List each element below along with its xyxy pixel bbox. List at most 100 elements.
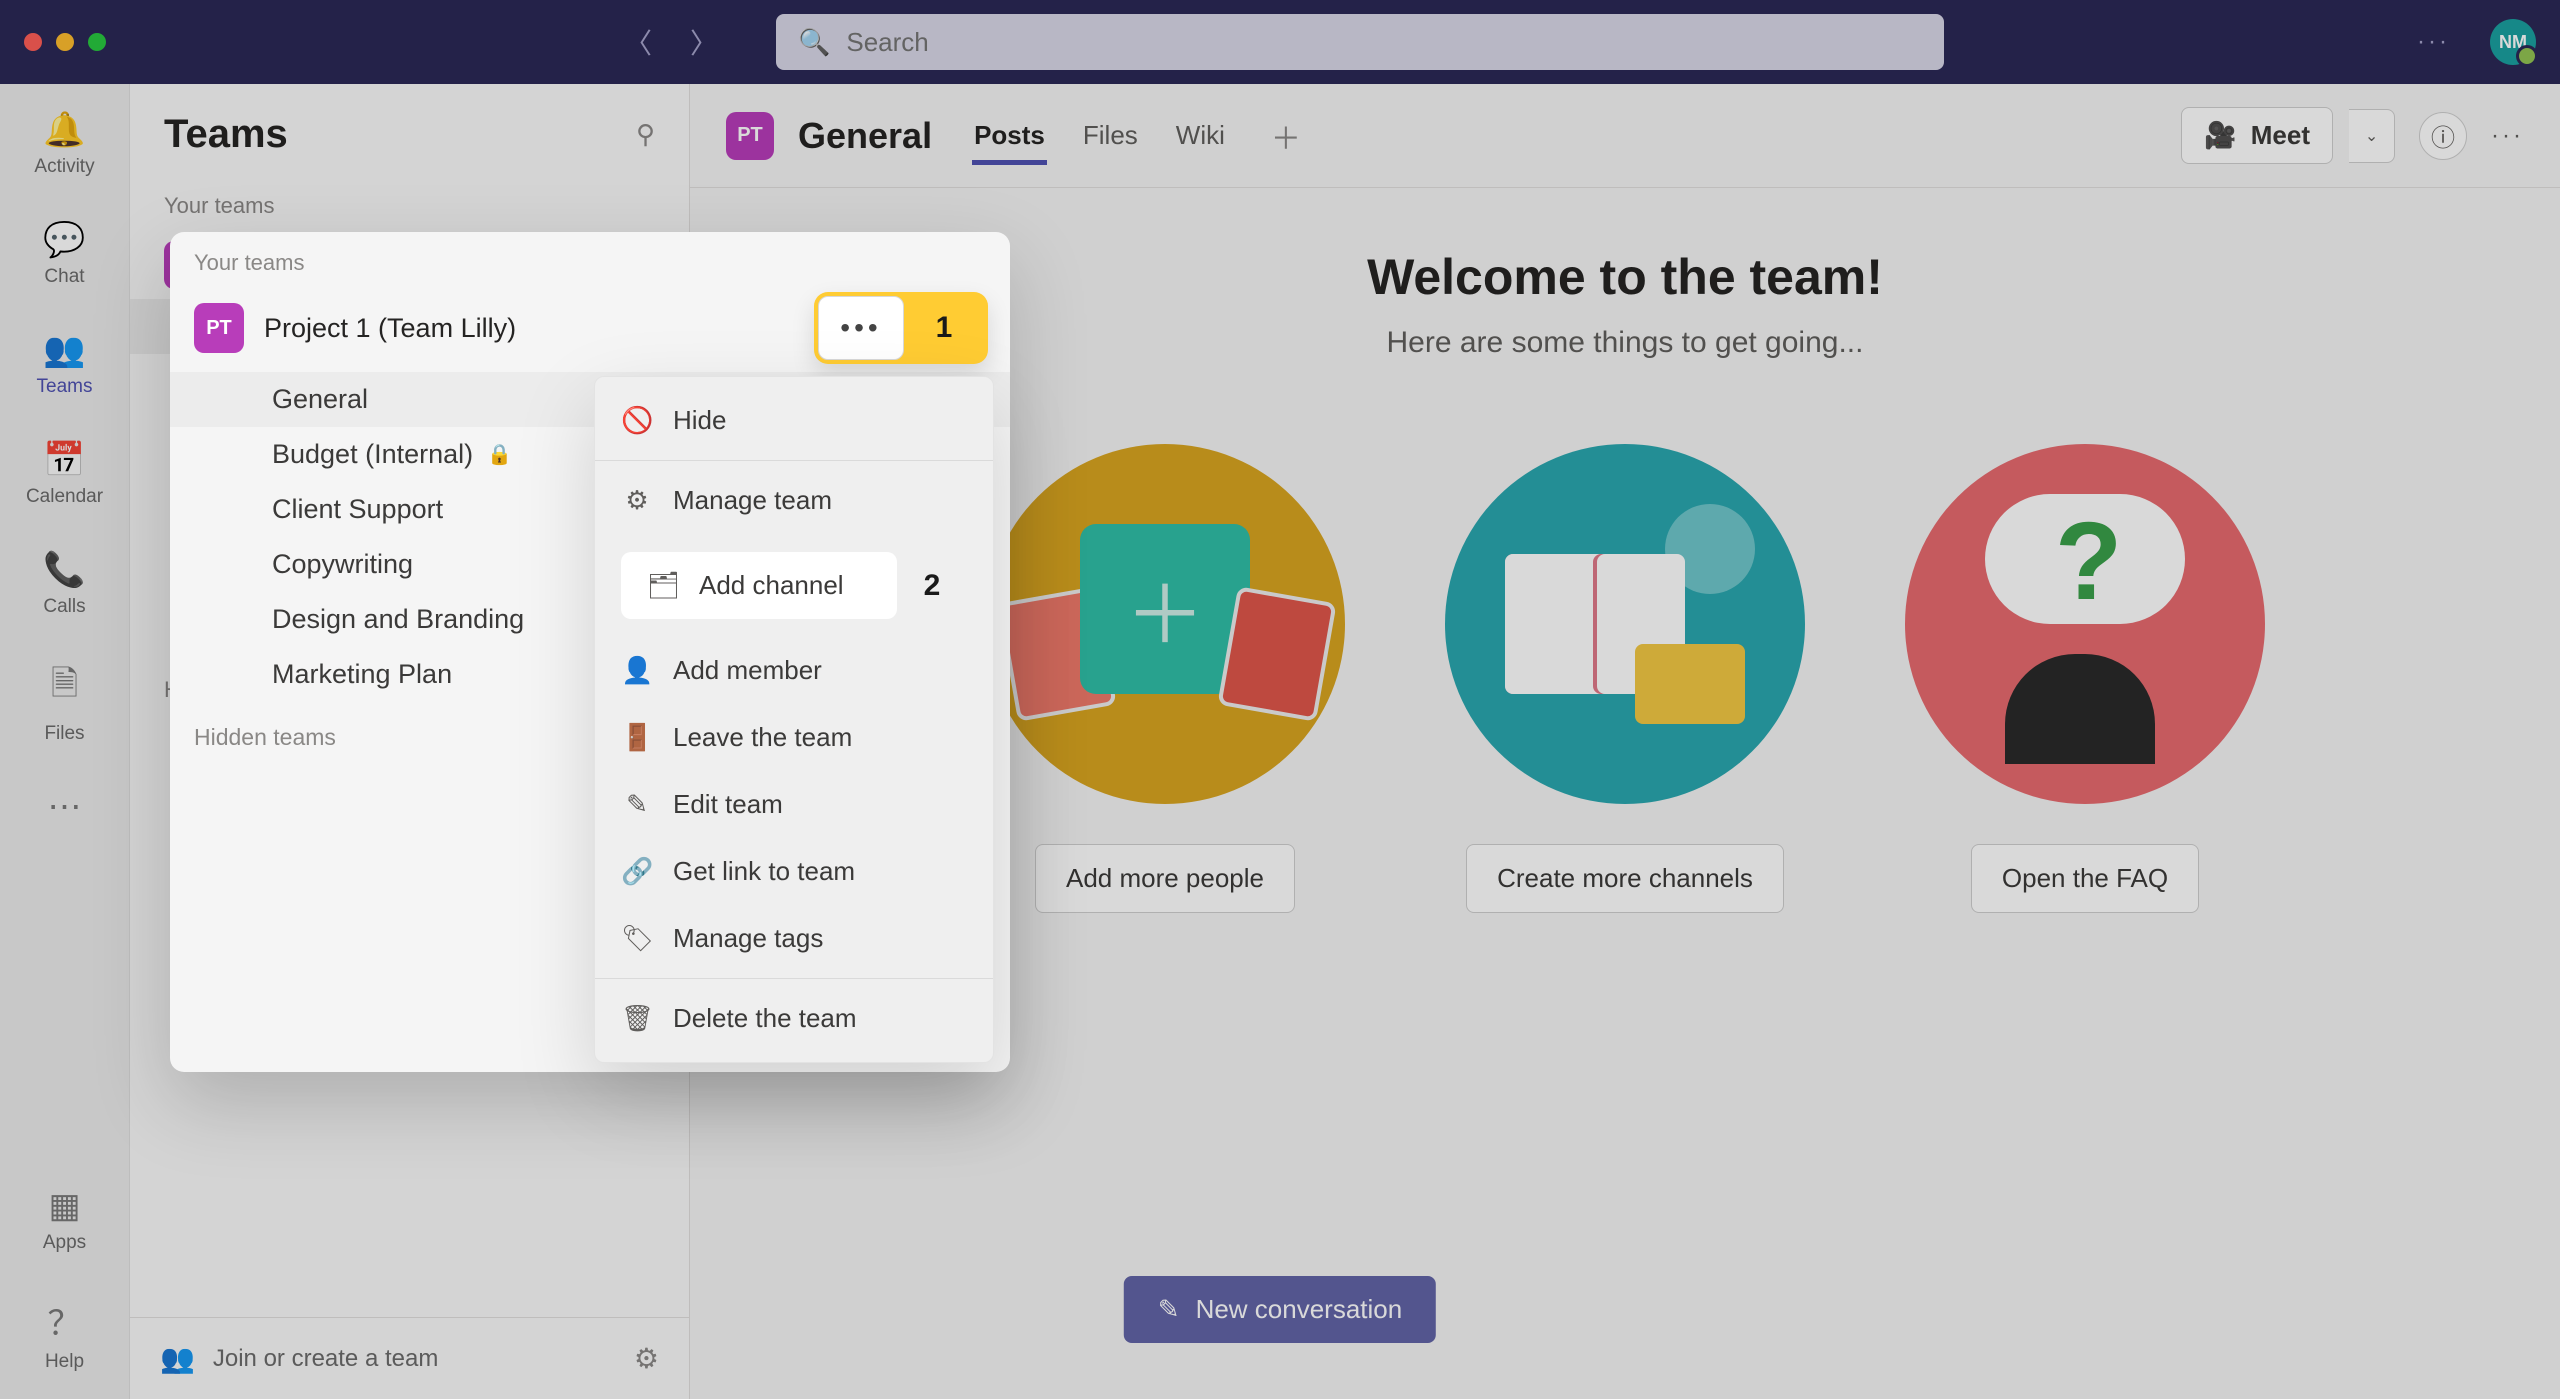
pencil-icon: ✎: [621, 789, 653, 820]
info-button[interactable]: ⓘ: [2419, 112, 2467, 160]
gear-icon[interactable]: ⚙: [634, 1342, 659, 1375]
section-your-teams: Your teams: [130, 181, 689, 231]
rail-activity-label: Activity: [34, 156, 94, 178]
team-plus-icon: 👥: [160, 1342, 195, 1375]
phone-icon: 📞: [43, 550, 85, 590]
hl-team-badge: PT: [194, 303, 244, 353]
channel-label: General: [272, 384, 368, 415]
welcome-title: Welcome to the team!: [1367, 248, 1883, 306]
hl-team-more-button[interactable]: •••: [818, 296, 904, 360]
menu-edit-team[interactable]: ✎Edit team: [595, 771, 993, 838]
search-input[interactable]: [846, 27, 1922, 58]
nav-forward-icon[interactable]: 〉: [686, 22, 722, 62]
illustration-people: ＋: [985, 444, 1345, 804]
callout-number-2: 2: [897, 569, 967, 603]
card-open-faq: ? Open the FAQ: [1905, 444, 2265, 913]
nav-back-icon[interactable]: 〈: [620, 22, 656, 62]
rail-chat-label: Chat: [44, 266, 84, 288]
menu-add-member[interactable]: 👤Add member: [595, 637, 993, 704]
rail-apps-label: Apps: [43, 1232, 86, 1254]
titlebar-more-icon[interactable]: ···: [2417, 28, 2450, 56]
rail-more[interactable]: ⋯: [15, 779, 115, 835]
add-more-people-button[interactable]: Add more people: [1035, 844, 1295, 913]
meet-label: Meet: [2251, 120, 2310, 151]
menu-divider: [595, 460, 993, 461]
rail-chat[interactable]: 💬 Chat: [15, 212, 115, 296]
open-faq-button[interactable]: Open the FAQ: [1971, 844, 2199, 913]
menu-get-link[interactable]: 🔗Get link to team: [595, 838, 993, 905]
rail-calendar-label: Calendar: [26, 486, 103, 508]
eye-off-icon: 🚫: [621, 405, 653, 436]
card-create-channels: Create more channels: [1445, 444, 1805, 913]
meet-button[interactable]: 🎥 Meet: [2181, 107, 2333, 164]
chat-icon: 💬: [43, 220, 85, 260]
menu-label: Manage team: [673, 485, 832, 516]
callout-step-1: ••• 1: [814, 292, 988, 364]
new-conversation-button[interactable]: ✎ New conversation: [1124, 1276, 1436, 1343]
create-more-channels-button[interactable]: Create more channels: [1466, 844, 1784, 913]
tab-files[interactable]: Files: [1081, 106, 1140, 165]
menu-label: Delete the team: [673, 1003, 857, 1034]
menu-manage-team[interactable]: ⚙ Manage team: [595, 467, 993, 534]
window-zoom-icon[interactable]: [88, 33, 106, 51]
new-conversation-label: New conversation: [1196, 1294, 1403, 1325]
add-tab-icon[interactable]: ＋: [1271, 114, 1301, 158]
filter-icon[interactable]: ⚲: [636, 119, 655, 150]
user-avatar[interactable]: NM: [2490, 19, 2536, 65]
menu-label: Add channel: [699, 570, 844, 601]
illustration-faq: ?: [1905, 444, 2265, 804]
titlebar: 〈 〉 🔍 ··· NM: [0, 0, 2560, 84]
menu-leave-team[interactable]: 🚪Leave the team: [595, 704, 993, 771]
gear-icon: ⚙: [621, 485, 653, 516]
rail-teams-label: Teams: [37, 376, 93, 398]
search-box[interactable]: 🔍: [776, 14, 1944, 70]
person-add-icon: 👤: [621, 655, 653, 686]
teams-icon: 👥: [43, 330, 85, 370]
channel-tabs: Posts Files Wiki ＋: [972, 106, 1301, 165]
rail-help[interactable]: ？Help: [15, 1288, 115, 1381]
card-add-people: ＋ Add more people: [985, 444, 1345, 913]
header-more-icon[interactable]: ···: [2491, 122, 2524, 150]
tag-icon: 🏷: [621, 923, 653, 954]
window-minimize-icon[interactable]: [56, 33, 74, 51]
channel-label: Copywriting: [272, 549, 413, 580]
hl-team-row: PT Project 1 (Team Lilly) ••• 1: [170, 284, 1010, 372]
ellipsis-icon: ⋯: [48, 787, 82, 827]
channel-label: Design and Branding: [272, 604, 524, 635]
channel-title: General: [798, 115, 932, 157]
menu-hide[interactable]: 🚫 Hide: [595, 387, 993, 454]
calendar-icon: 📅: [43, 440, 85, 480]
window-close-icon[interactable]: [24, 33, 42, 51]
avatar-initials: NM: [2499, 32, 2527, 53]
menu-divider: [595, 978, 993, 979]
welcome-subtitle: Here are some things to get going...: [1387, 326, 1864, 360]
channel-label: Budget (Internal): [272, 439, 473, 470]
trash-icon: 🗑: [621, 1003, 653, 1034]
link-icon: 🔗: [621, 856, 653, 887]
apps-icon: ▦: [48, 1186, 80, 1226]
join-or-create-team[interactable]: Join or create a team: [213, 1345, 438, 1373]
rail-help-label: Help: [45, 1351, 84, 1373]
channel-badge: PT: [726, 112, 774, 160]
team-context-menu: 🚫Hide ⚙Manage team 🗂 Add channel 2 👤Add …: [594, 376, 994, 1063]
menu-label: Hide: [673, 405, 726, 436]
rail-activity[interactable]: 🔔 Activity: [15, 102, 115, 186]
illustration-channels: [1445, 444, 1805, 804]
video-icon: 🎥: [2204, 120, 2236, 151]
rail-calendar[interactable]: 📅 Calendar: [15, 432, 115, 516]
file-icon: 🗎: [51, 660, 78, 717]
rail-files[interactable]: 🗎 Files: [15, 652, 115, 753]
tab-posts[interactable]: Posts: [972, 106, 1047, 165]
menu-manage-tags[interactable]: 🏷Manage tags: [595, 905, 993, 972]
bell-icon: 🔔: [43, 110, 85, 150]
tab-wiki[interactable]: Wiki: [1174, 106, 1227, 165]
menu-delete-team[interactable]: 🗑 Delete the team: [595, 985, 993, 1052]
menu-label: Leave the team: [673, 722, 852, 753]
channel-label: Client Support: [272, 494, 443, 525]
rail-calls[interactable]: 📞Calls: [15, 542, 115, 626]
rail-apps[interactable]: ▦ Apps: [15, 1178, 115, 1262]
menu-add-channel[interactable]: 🗂 Add channel 2: [595, 534, 993, 637]
meet-chevron[interactable]: ⌄: [2349, 109, 2395, 163]
rail-files-label: Files: [44, 723, 84, 745]
rail-teams[interactable]: 👥 Teams: [15, 322, 115, 406]
